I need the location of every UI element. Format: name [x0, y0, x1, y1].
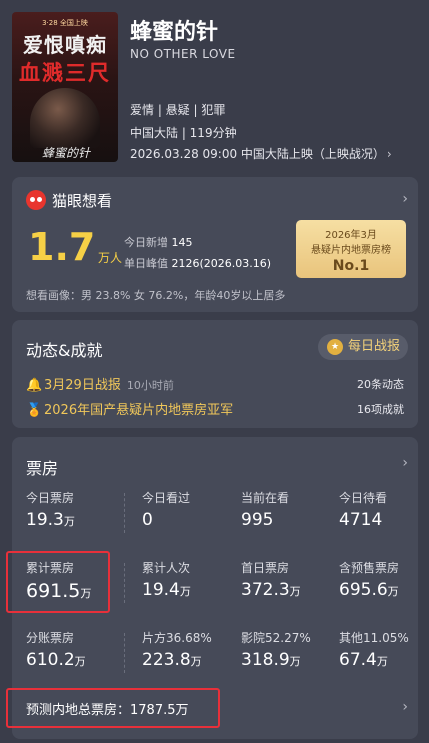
daily-report-button[interactable]: ★ 每日战报	[318, 334, 408, 360]
box-office-card[interactable]: 票房 › 今日票房 19.3万 今日看过 0 当前在看 995 今日待看 471…	[6, 437, 418, 739]
stat-now-watching: 当前在看 995	[241, 489, 333, 530]
achievement-text: 2026年国产悬疑片内地票房亚军	[44, 403, 234, 418]
divider	[124, 563, 125, 603]
stat-value: 19.4万	[142, 580, 191, 600]
stat-value: 610.2万	[26, 650, 86, 670]
bell-icon: 🔔	[26, 378, 43, 393]
stat-value: 995	[241, 510, 274, 530]
dynamics-title: 动态&成就	[26, 341, 103, 360]
daily-report-time: 10小时前	[126, 379, 174, 392]
release-info-link[interactable]: 2026.03.28 09:00 中国大陆上映（上映战况） ›	[130, 145, 392, 162]
peak-stat: 单日峰值 2126(2026.03.16)	[124, 255, 271, 271]
stat-label: 当前在看	[241, 491, 290, 505]
stat-cumulative-viewers: 累计人次 19.4万	[142, 559, 234, 600]
today-new-label: 今日新增	[124, 236, 168, 249]
stat-value: 318.9万	[241, 650, 301, 670]
achievement-count-link[interactable]: 16项成就	[357, 401, 404, 417]
today-new-stat: 今日新增 145	[124, 234, 193, 250]
stat-split-box-office: 分账票房 610.2万	[26, 629, 118, 670]
release-info-text: 2026.03.28 09:00 中国大陆上映（上映战况）	[130, 147, 385, 161]
rank-period: 2026年3月	[325, 230, 377, 241]
daily-report-row[interactable]: 🔔 3月29日战报 10小时前	[26, 374, 174, 393]
stat-value: 67.4万	[339, 650, 388, 670]
stat-today-want: 今日待看 4714	[339, 489, 429, 530]
rank-value: No.1	[332, 258, 370, 274]
daily-report-text: 3月29日战报	[44, 378, 121, 393]
peak-label: 单日峰值	[124, 257, 168, 270]
divider	[124, 493, 125, 533]
stat-label: 累计人次	[142, 561, 191, 575]
divider	[124, 633, 125, 673]
wish-count: 1.7	[28, 225, 96, 269]
stat-value: 19.3万	[26, 510, 75, 530]
daily-report-label: 每日战报	[348, 339, 401, 354]
maoyan-card-title: 猫眼想看	[52, 192, 113, 210]
stat-value: 4714	[339, 510, 383, 530]
chevron-right-icon[interactable]: ›	[402, 191, 408, 207]
movie-english-title: NO OTHER LOVE	[130, 47, 236, 61]
stat-label: 片方36.68%	[142, 631, 212, 645]
stat-cinema-share: 影院52.27% 318.9万	[241, 629, 333, 670]
box-office-title: 票房	[26, 459, 59, 478]
stat-label: 今日待看	[339, 491, 388, 505]
stat-label: 首日票房	[241, 561, 290, 575]
stat-label: 其他11.05%	[339, 631, 409, 645]
movie-region-duration: 中国大陆 | 119分钟	[130, 126, 237, 140]
stat-other-share: 其他11.05% 67.4万	[339, 629, 429, 670]
maoyan-wish-card[interactable]: 猫眼想看 › 1.7 万人 今日新增 145 单日峰值 2126(2026.03…	[12, 177, 418, 312]
stat-value: 223.8万	[142, 650, 202, 670]
achievement-row[interactable]: 🏅 2026年国产悬疑片内地票房亚军	[26, 399, 233, 418]
poster-figure	[30, 88, 100, 148]
medal-icon: ★	[327, 339, 343, 355]
dynamics-count-link[interactable]: 20条动态	[357, 376, 404, 392]
stat-label: 今日看过	[142, 491, 191, 505]
dynamics-card: 动态&成就 ★ 每日战报 🔔 3月29日战报 10小时前 20条动态 🏅 2026年国…	[12, 320, 418, 428]
medal-icon: 🏅	[26, 403, 43, 418]
stat-value: 695.6万	[339, 580, 399, 600]
stat-today-watched: 今日看过 0	[142, 489, 234, 530]
forecast-total-box-office: 预测内地总票房：1787.5万	[26, 703, 189, 718]
stat-producer-share: 片方36.68% 223.8万	[142, 629, 234, 670]
poster-signature: 蜂蜜的针	[42, 146, 91, 160]
peak-value: 2126(2026.03.16)	[171, 257, 272, 270]
movie-poster[interactable]: 3·28 全国上映 爱恨嗔痴 血溅三尺 蜂蜜的针	[12, 12, 118, 162]
wish-portrait: 想看画像：男 23.8% 女 76.2%，年龄40岁以上居多	[26, 289, 286, 302]
movie-header: 3·28 全国上映 爱恨嗔痴 血溅三尺 蜂蜜的针 蜂蜜的针 NO OTHER L…	[0, 0, 429, 172]
poster-release-text: 3·28 全国上映	[42, 19, 88, 27]
stat-label: 含预售票房	[339, 561, 400, 575]
chevron-right-icon[interactable]: ›	[402, 455, 408, 471]
movie-genre: 爱情 | 悬疑 | 犯罪	[130, 103, 226, 117]
poster-title-line1: 爱恨嗔痴	[23, 33, 107, 57]
chevron-right-icon[interactable]: ›	[402, 699, 408, 715]
stat-cumulative-box-office: 累计票房 691.5万	[26, 559, 118, 602]
stat-value: 0	[142, 510, 153, 530]
stat-label: 影院52.27%	[241, 631, 311, 645]
rank-badge[interactable]: 2026年3月 悬疑片内地票房榜 No.1	[296, 220, 406, 278]
stat-label: 今日票房	[26, 491, 75, 505]
rank-list-name: 悬疑片内地票房榜	[311, 245, 391, 256]
maoyan-logo-icon	[26, 190, 46, 210]
stat-value: 691.5万	[26, 580, 92, 602]
wish-count-unit: 万人	[98, 251, 123, 265]
chevron-right-icon: ›	[386, 147, 392, 161]
stat-presale-box-office: 含预售票房 695.6万	[339, 559, 429, 600]
stat-first-day-box-office: 首日票房 372.3万	[241, 559, 333, 600]
poster-title-line2: 血溅三尺	[19, 61, 111, 85]
stat-label: 累计票房	[26, 561, 75, 575]
today-new-value: 145	[171, 236, 193, 249]
stat-label: 分账票房	[26, 631, 75, 645]
stat-today-box-office: 今日票房 19.3万	[26, 489, 118, 530]
stat-value: 372.3万	[241, 580, 301, 600]
movie-title: 蜂蜜的针	[130, 20, 219, 45]
